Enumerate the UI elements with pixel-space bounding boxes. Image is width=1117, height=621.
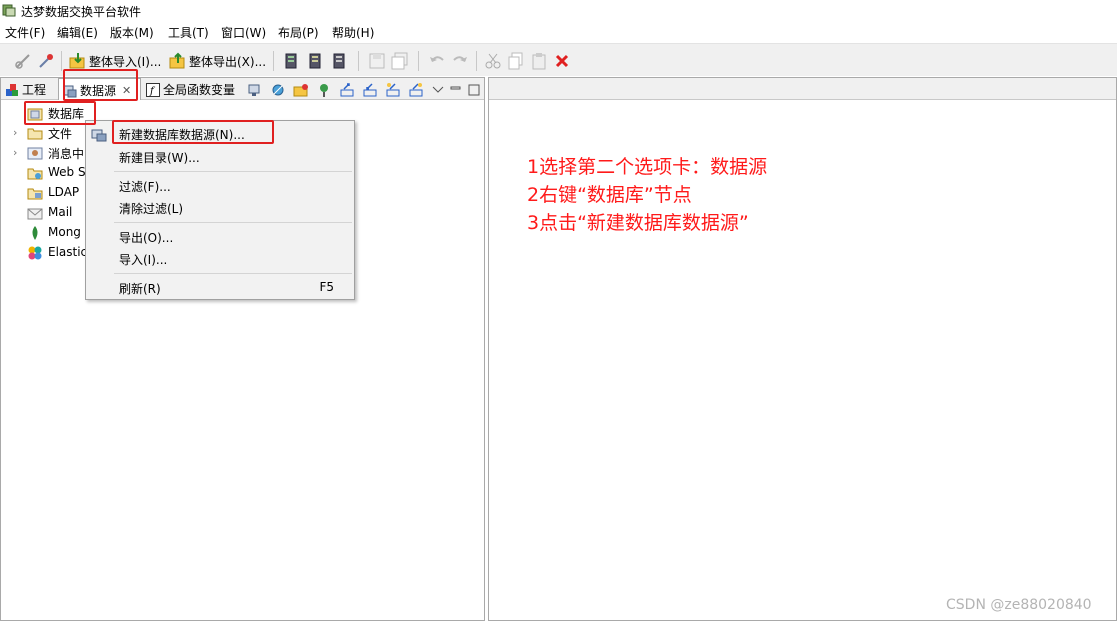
redo-icon[interactable]	[451, 52, 469, 70]
message-middleware-icon	[27, 147, 43, 160]
globe-pin-icon[interactable]	[316, 82, 332, 98]
export-all-button[interactable]: 整体导出(X)...	[189, 53, 266, 70]
annotation-step-2: 2右键“数据库”节点	[527, 184, 692, 206]
import-all-button[interactable]: 整体导入(I)...	[89, 53, 161, 70]
toolbar-separator	[61, 51, 62, 71]
toolbar-separator	[476, 51, 477, 71]
new-connection-icon[interactable]	[247, 82, 263, 98]
elasticsearch-icon	[28, 246, 42, 260]
app-icon	[2, 4, 16, 17]
view-tab-strip: 工程 数据源 ✕ f 全局函数变量	[1, 78, 484, 100]
tab-label: 工程	[22, 83, 47, 97]
view-menu-icon[interactable]	[430, 82, 446, 98]
tab-datasource[interactable]: 数据源 ✕	[58, 78, 141, 100]
export-all-icon[interactable]	[169, 52, 187, 70]
annotation-step-3: 3点击“新建数据库数据源”	[527, 212, 749, 234]
tree-node-label: Elastic	[48, 245, 88, 259]
tree-node-message[interactable]: › 消息中	[13, 144, 87, 162]
toolbar-separator	[273, 51, 274, 71]
menu-item-new-db-datasource[interactable]: 新建数据库数据源(N)...	[119, 126, 245, 143]
window-title: 达梦数据交换平台软件	[21, 5, 142, 19]
tree-node-label: 数据库	[48, 107, 85, 121]
toolbar-separator	[418, 51, 419, 71]
tree-node-label: Mail	[48, 205, 73, 219]
mail-icon	[27, 208, 43, 220]
tree-node-file[interactable]: › 文件	[13, 124, 87, 142]
export-all-node-icon[interactable]	[385, 82, 401, 98]
menu-window[interactable]: 窗口(W)	[221, 24, 266, 41]
menu-item-import[interactable]: 导入(I)...	[119, 251, 167, 268]
tree-node-mail[interactable]: Mail	[27, 204, 87, 222]
web-service-icon	[27, 168, 43, 180]
new-datasource-icon	[91, 129, 107, 142]
minimize-icon[interactable]	[448, 82, 464, 98]
context-menu: 新建数据库数据源(N)... 新建目录(W)... 过滤(F)... 清除过滤(…	[85, 120, 355, 300]
save-icon[interactable]	[368, 52, 386, 70]
save-all-icon[interactable]	[391, 52, 409, 70]
undo-icon[interactable]	[428, 52, 446, 70]
tab-project[interactable]: 工程	[1, 78, 57, 100]
mongodb-leaf-icon	[32, 226, 38, 240]
server-stop-icon[interactable]	[330, 52, 348, 70]
title-bar: 达梦数据交换平台软件	[0, 0, 1117, 21]
tree-node-label: Web S	[48, 165, 86, 179]
tab-global-vars[interactable]: f 全局函数变量	[142, 78, 242, 100]
import-all-icon[interactable]	[69, 52, 87, 70]
copy-icon[interactable]	[507, 52, 525, 70]
cut-icon[interactable]	[484, 52, 502, 70]
editor-tab-strip	[489, 78, 1116, 100]
tab-label: 全局函数变量	[163, 83, 236, 97]
expand-arrow-icon[interactable]: ›	[13, 146, 17, 159]
tree-node-label: 文件	[48, 127, 73, 141]
tree-node-label: LDAP	[48, 185, 80, 199]
menu-item-clear-filter[interactable]: 清除过滤(L)	[119, 200, 183, 217]
menu-file[interactable]: 文件(F)	[5, 24, 45, 41]
tree-node-mongodb[interactable]: Mong	[27, 224, 87, 242]
menu-bar: 文件(F) 编辑(E) 版本(M) 工具(T) 窗口(W) 布局(P) 帮助(H…	[0, 21, 1117, 42]
close-icon[interactable]: ✕	[122, 84, 131, 97]
menu-version[interactable]: 版本(M)	[110, 24, 154, 41]
datasource-icon	[63, 85, 77, 97]
delete-icon[interactable]	[553, 52, 571, 70]
menu-item-refresh[interactable]: 刷新(R)	[119, 280, 161, 297]
annotation-step-1: 1选择第二个选项卡：数据源	[527, 156, 768, 178]
toolbar-separator	[358, 51, 359, 71]
menu-separator	[114, 171, 352, 172]
menu-layout[interactable]: 布局(P)	[278, 24, 319, 41]
import-node-icon[interactable]	[362, 82, 378, 98]
menu-tools[interactable]: 工具(T)	[168, 24, 209, 41]
import-all-node-icon[interactable]	[408, 82, 424, 98]
ldap-icon	[27, 188, 43, 200]
watermark: CSDN @ze88020840	[946, 597, 1092, 613]
server-start-icon[interactable]	[306, 52, 324, 70]
paste-icon[interactable]	[530, 52, 548, 70]
menu-separator	[114, 222, 352, 223]
folder-icon	[27, 128, 43, 140]
tree-node-label: 消息中	[48, 147, 85, 161]
database-folder-icon	[27, 108, 43, 121]
toolbar: 整体导入(I)... 整体导出(X)...	[0, 43, 1117, 76]
tab-label: 数据源	[80, 84, 117, 98]
tree-node-elasticsearch[interactable]: Elastic	[27, 244, 87, 262]
menu-item-export[interactable]: 导出(O)...	[119, 229, 173, 246]
expand-arrow-icon[interactable]: ›	[13, 126, 17, 139]
server-icon[interactable]	[282, 52, 300, 70]
tree-node-ldap[interactable]: LDAP	[27, 184, 87, 202]
tree-node-label: Mong	[48, 225, 81, 239]
function-icon: f	[146, 82, 160, 97]
folder-add-icon[interactable]	[293, 82, 309, 98]
export-node-icon[interactable]	[339, 82, 355, 98]
menu-item-new-directory[interactable]: 新建目录(W)...	[119, 149, 200, 166]
tree-node-web-service[interactable]: Web S	[27, 164, 87, 182]
project-icon	[6, 83, 18, 96]
disconnect-icon[interactable]	[37, 52, 55, 70]
menu-edit[interactable]: 编辑(E)	[57, 24, 98, 41]
menu-item-filter[interactable]: 过滤(F)...	[119, 178, 171, 195]
maximize-icon[interactable]	[466, 82, 482, 98]
connect-icon[interactable]	[14, 52, 32, 70]
tree-connect-icon[interactable]	[270, 82, 286, 98]
menu-help[interactable]: 帮助(H)	[332, 24, 374, 41]
menu-separator	[114, 273, 352, 274]
refresh-shortcut: F5	[319, 280, 334, 294]
